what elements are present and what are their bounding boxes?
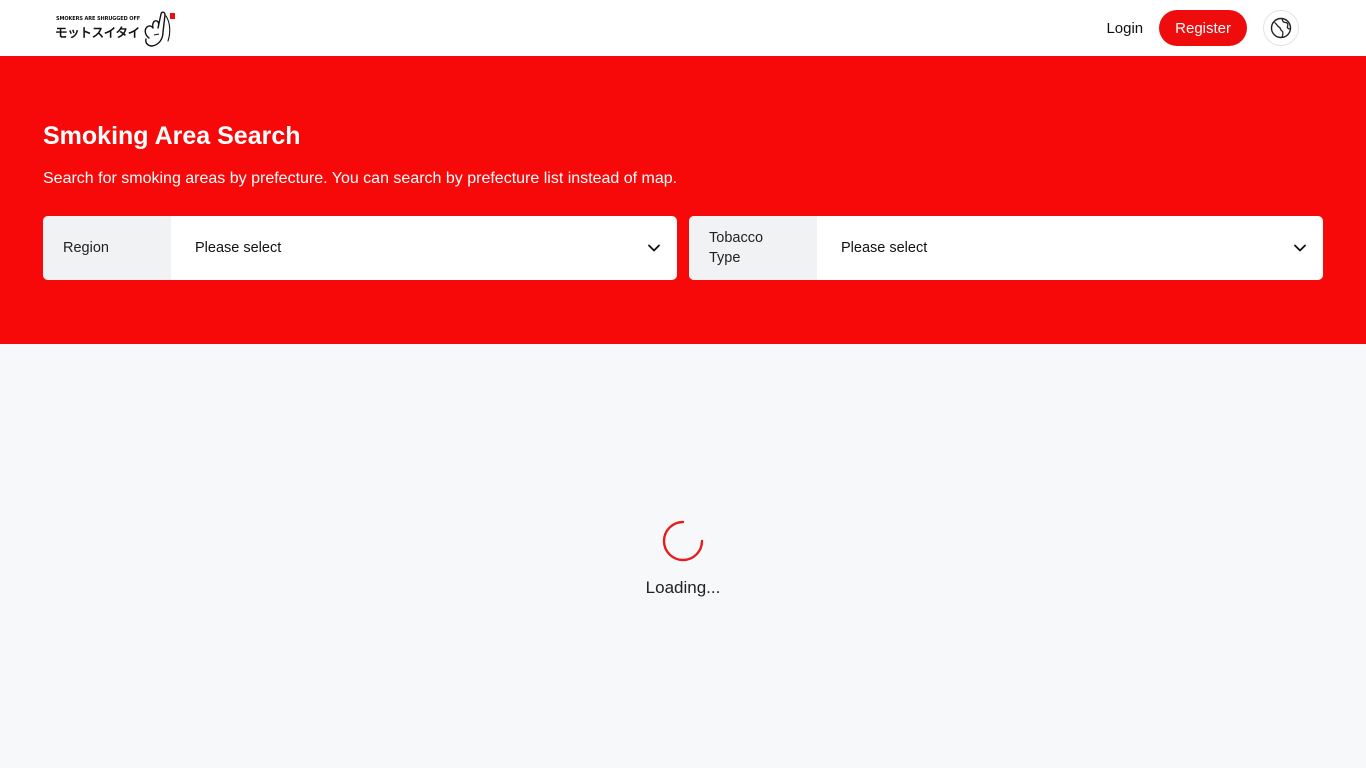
tobacco-type-select-value: Please select	[841, 240, 928, 256]
site-logo[interactable]: SMOKERS ARE SHRUGGED OFF モットスイタイ	[55, 8, 177, 48]
page-title: Smoking Area Search	[43, 122, 301, 150]
tobacco-type-select[interactable]: Please select	[817, 216, 1323, 280]
chevron-down-icon	[648, 244, 660, 252]
region-select[interactable]: Please select	[171, 216, 677, 280]
hand-cigarette-icon	[144, 11, 175, 47]
page-description: Search for smoking areas by prefecture. …	[43, 170, 678, 187]
region-label: Region	[43, 216, 171, 280]
tobacco-type-filter: Tobacco Type Please select	[689, 216, 1323, 280]
chevron-down-icon	[1294, 244, 1306, 252]
register-button[interactable]: Register	[1159, 10, 1247, 46]
language-button[interactable]	[1263, 10, 1299, 46]
header-nav: Login Register	[1106, 10, 1299, 46]
globe-icon	[1270, 17, 1292, 39]
logo-name: モットスイタイ	[55, 25, 140, 40]
region-filter: Region Please select	[43, 216, 677, 280]
site-header: SMOKERS ARE SHRUGGED OFF モットスイタイ Login R…	[0, 0, 1366, 56]
search-hero: Smoking Area Search Search for smoking a…	[0, 56, 1366, 344]
loading-spinner-icon	[662, 520, 704, 562]
loading-area: Loading...	[0, 344, 1366, 768]
tobacco-type-label: Tobacco Type	[689, 216, 817, 280]
region-select-value: Please select	[195, 240, 282, 256]
login-link[interactable]: Login	[1106, 20, 1143, 37]
loading-text: Loading...	[645, 578, 721, 597]
